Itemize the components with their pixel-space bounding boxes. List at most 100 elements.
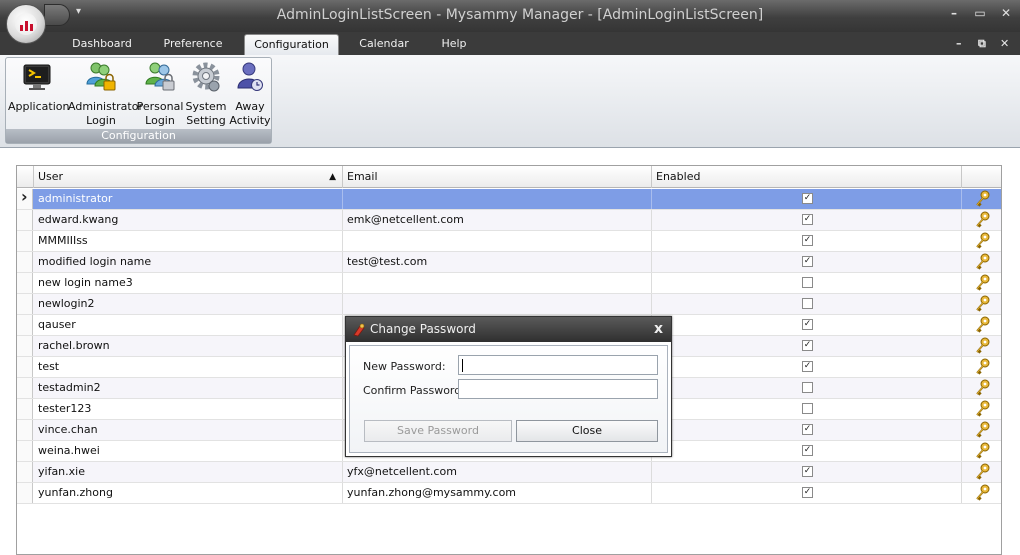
cell-email[interactable]: yfx@netcellent.com [343, 462, 652, 482]
enabled-checkbox[interactable]: ✓ [802, 319, 813, 330]
close-button[interactable]: Close [516, 420, 658, 442]
enabled-checkbox[interactable] [802, 403, 813, 414]
cell-user[interactable]: vince.chan [34, 420, 343, 440]
change-password-key-icon[interactable] [974, 379, 992, 397]
cell-user[interactable]: administrator [34, 189, 343, 209]
save-password-button[interactable]: Save Password [364, 420, 512, 442]
away-activity-button[interactable]: Away Activity [228, 60, 272, 128]
change-password-key-icon[interactable] [974, 400, 992, 418]
table-row[interactable]: modified login name test@test.com ✓ [17, 252, 1001, 273]
row-header[interactable] [17, 462, 33, 482]
change-password-key-icon[interactable] [974, 421, 992, 439]
dialog-title-bar[interactable]: Change Password x [346, 317, 671, 342]
enabled-checkbox[interactable] [802, 277, 813, 288]
change-password-key-icon[interactable] [974, 274, 992, 292]
cell-user[interactable]: yunfan.zhong [34, 483, 343, 503]
tab-help[interactable]: Help [428, 34, 480, 55]
cell-user[interactable]: MMMIIIss [34, 231, 343, 251]
enabled-checkbox[interactable] [802, 382, 813, 393]
tab-calendar[interactable]: Calendar [350, 34, 418, 55]
change-password-key-icon[interactable] [974, 316, 992, 334]
cell-user[interactable]: yifan.xie [34, 462, 343, 482]
column-header-user[interactable]: User ▲ [34, 166, 343, 188]
change-password-key-icon[interactable] [974, 337, 992, 355]
personal-login-button[interactable]: Personal Login [136, 60, 184, 128]
row-header[interactable] [17, 252, 33, 272]
cell-email[interactable] [343, 273, 652, 293]
application-button[interactable]: Application [8, 60, 69, 114]
row-header[interactable] [17, 231, 33, 251]
enabled-checkbox[interactable]: ✓ [802, 487, 813, 498]
tab-preference[interactable]: Preference [152, 34, 234, 55]
change-password-key-icon[interactable] [974, 232, 992, 250]
cell-user[interactable]: edward.kwang [34, 210, 343, 230]
change-password-key-icon[interactable] [974, 253, 992, 271]
close-icon[interactable]: ✕ [998, 6, 1014, 20]
mdi-minimize-icon[interactable]: – [956, 37, 962, 50]
enabled-checkbox[interactable]: ✓ [802, 214, 813, 225]
change-password-key-icon[interactable] [974, 190, 992, 208]
row-header[interactable] [17, 315, 33, 335]
administrator-login-button[interactable]: Administrator Login [68, 60, 143, 128]
enabled-checkbox[interactable]: ✓ [802, 235, 813, 246]
table-row[interactable]: MMMIIIss ✓ [17, 231, 1001, 252]
row-header[interactable] [17, 483, 33, 503]
row-header[interactable] [17, 441, 33, 461]
cell-user[interactable]: weina.hwei [34, 441, 343, 461]
cell-user[interactable]: tester123 [34, 399, 343, 419]
new-password-field[interactable] [458, 355, 658, 375]
mdi-restore-icon[interactable]: ⧉ [978, 37, 986, 51]
enabled-checkbox[interactable]: ✓ [802, 340, 813, 351]
confirm-password-field[interactable] [458, 379, 658, 399]
change-password-key-icon[interactable] [974, 463, 992, 481]
cell-user[interactable]: testadmin2 [34, 378, 343, 398]
change-password-key-icon[interactable] [974, 211, 992, 229]
cell-email[interactable]: yunfan.zhong@mysammy.com [343, 483, 652, 503]
system-setting-button[interactable]: System Setting [185, 60, 227, 128]
row-header[interactable] [17, 336, 33, 356]
table-row[interactable]: edward.kwang emk@netcellent.com ✓ [17, 210, 1001, 231]
enabled-checkbox[interactable]: ✓ [802, 424, 813, 435]
enabled-checkbox[interactable]: ✓ [802, 445, 813, 456]
change-password-key-icon[interactable] [974, 484, 992, 502]
enabled-checkbox[interactable]: ✓ [802, 193, 813, 204]
row-header[interactable]: › [17, 187, 33, 209]
row-header[interactable] [17, 420, 33, 440]
enabled-checkbox[interactable]: ✓ [802, 361, 813, 372]
tab-configuration[interactable]: Configuration [244, 34, 339, 55]
cell-email[interactable] [343, 294, 652, 314]
table-row[interactable]: new login name3 [17, 273, 1001, 294]
row-header[interactable] [17, 357, 33, 377]
application-menu-button[interactable] [6, 4, 46, 44]
cell-user[interactable]: new login name3 [34, 273, 343, 293]
cell-user[interactable]: newlogin2 [34, 294, 343, 314]
table-row[interactable]: newlogin2 [17, 294, 1001, 315]
dialog-close-icon[interactable]: x [654, 317, 663, 342]
table-row[interactable]: › administrator ✓ [17, 187, 1001, 210]
minimize-icon[interactable]: – [946, 6, 962, 20]
cell-email[interactable] [343, 231, 652, 251]
cell-email[interactable] [343, 189, 652, 209]
restore-icon[interactable]: ▭ [972, 6, 988, 20]
row-header[interactable] [17, 294, 33, 314]
row-header[interactable] [17, 273, 33, 293]
mdi-close-icon[interactable]: ✕ [1000, 37, 1009, 50]
column-header-enabled[interactable]: Enabled [652, 166, 962, 188]
row-header[interactable] [17, 378, 33, 398]
table-row[interactable]: yifan.xie yfx@netcellent.com ✓ [17, 462, 1001, 483]
change-password-key-icon[interactable] [974, 358, 992, 376]
cell-user[interactable]: test [34, 357, 343, 377]
column-header-email[interactable]: Email [343, 166, 652, 188]
cell-user[interactable]: qauser [34, 315, 343, 335]
enabled-checkbox[interactable]: ✓ [802, 256, 813, 267]
row-header[interactable] [17, 399, 33, 419]
row-header[interactable] [17, 210, 33, 230]
cell-user[interactable]: modified login name [34, 252, 343, 272]
tab-dashboard[interactable]: Dashboard [62, 34, 142, 55]
enabled-checkbox[interactable] [802, 298, 813, 309]
table-row[interactable]: yunfan.zhong yunfan.zhong@mysammy.com ✓ [17, 483, 1001, 504]
enabled-checkbox[interactable]: ✓ [802, 466, 813, 477]
cell-email[interactable]: test@test.com [343, 252, 652, 272]
cell-email[interactable]: emk@netcellent.com [343, 210, 652, 230]
cell-user[interactable]: rachel.brown [34, 336, 343, 356]
